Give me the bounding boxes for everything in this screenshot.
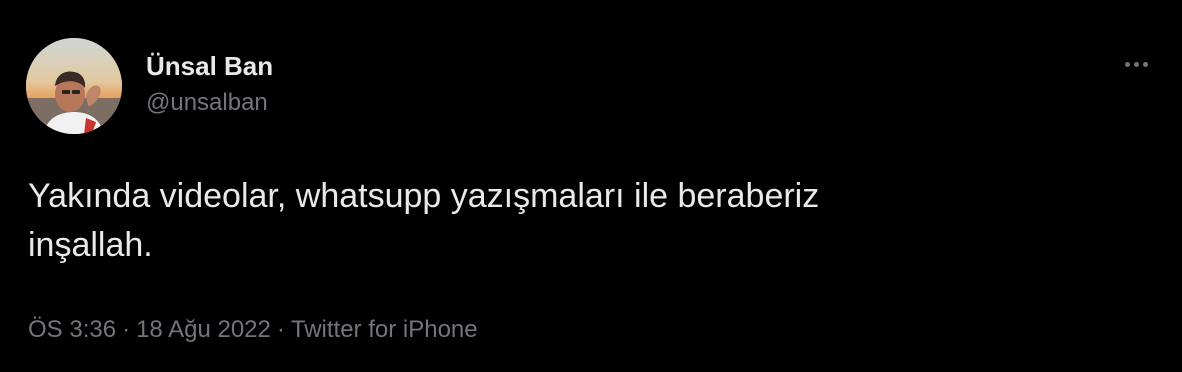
tweet-text: Yakında videolar, whatsupp yazışmaları i… bbox=[28, 177, 820, 264]
avatar-photo bbox=[26, 38, 122, 134]
more-horizontal-icon bbox=[1123, 61, 1150, 67]
tweet-card: Ünsal Ban @unsalban Yakında videolar, wh… bbox=[0, 0, 1182, 372]
author-handle[interactable]: @unsalban bbox=[146, 88, 273, 118]
author-info: Ünsal Ban @unsalban bbox=[146, 50, 273, 118]
avatar[interactable] bbox=[26, 38, 122, 134]
tweet-meta: ÖS 3:36 · 18 Ağu 2022 · Twitter for iPhone bbox=[28, 314, 478, 346]
tweet-date[interactable]: 18 Ağu 2022 bbox=[136, 316, 271, 343]
meta-separator: · bbox=[276, 316, 285, 343]
author-display-name[interactable]: Ünsal Ban bbox=[146, 50, 273, 82]
more-options-button[interactable] bbox=[1118, 50, 1154, 78]
meta-separator: · bbox=[122, 316, 131, 343]
tweet-source[interactable]: Twitter for iPhone bbox=[291, 316, 478, 343]
tweet-time[interactable]: ÖS 3:36 bbox=[28, 316, 116, 343]
